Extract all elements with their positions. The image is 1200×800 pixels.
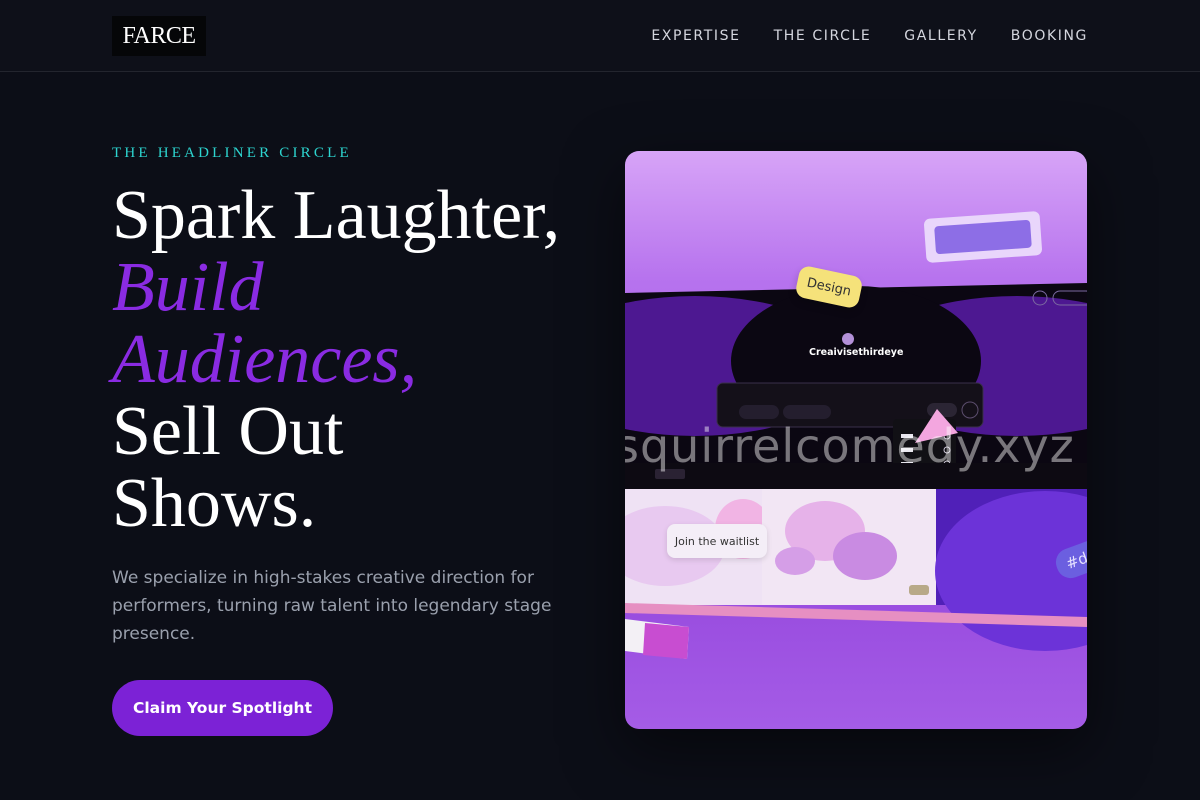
logo[interactable]: FARCE: [112, 16, 206, 56]
showcase-brand-mark: Creaivisethirdeye: [809, 347, 904, 358]
headline-line-2: Build: [112, 249, 264, 326]
nav-link-the-circle[interactable]: THE CIRCLE: [774, 28, 872, 44]
nav-link-expertise[interactable]: EXPERTISE: [651, 28, 740, 44]
nav-link-booking[interactable]: BOOKING: [1011, 28, 1088, 44]
headline-line-3: Audiences,: [112, 321, 418, 398]
headline-line-4: Sell Out: [112, 393, 344, 470]
hero-subtext: We specialize in high-stakes creative di…: [112, 568, 552, 644]
headline-line-1: Spark Laughter,: [112, 177, 561, 254]
nav-links: EXPERTISE THE CIRCLE GALLERY BOOKING: [651, 0, 1088, 72]
waitlist-chip: Join the waitlist: [667, 524, 767, 558]
headline-line-5: Shows.: [112, 465, 317, 542]
hero-showcase-image: Design Creaivisethirdeye squirrelcomedy.…: [625, 151, 1087, 729]
nav-link-gallery[interactable]: GALLERY: [904, 28, 977, 44]
watermark-text: squirrelcomedy.xyz: [625, 419, 1075, 473]
claim-spotlight-button[interactable]: Claim Your Spotlight: [112, 680, 333, 736]
top-nav: FARCE EXPERTISE THE CIRCLE GALLERY BOOKI…: [0, 0, 1200, 72]
hero-eyebrow: THE HEADLINER CIRCLE: [112, 145, 352, 161]
hero-headline: Spark Laughter, Build Audiences, Sell Ou…: [112, 180, 612, 540]
